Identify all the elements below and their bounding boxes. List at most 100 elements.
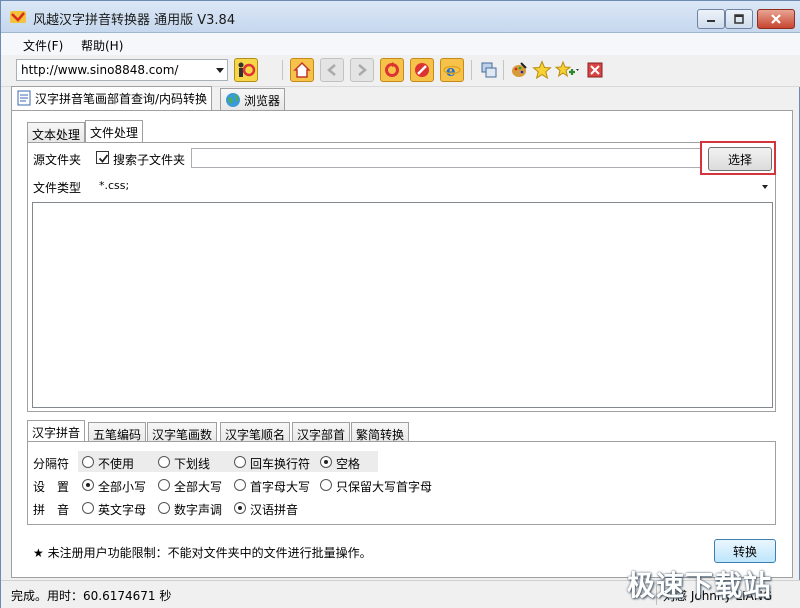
svg-text:e: e (446, 62, 456, 79)
menu-help[interactable]: 帮助(H) (81, 37, 123, 54)
tab-text-processing[interactable]: 文本处理 (27, 122, 86, 143)
radio-space[interactable] (320, 456, 332, 468)
doc-icon (16, 90, 32, 109)
radio-underscore[interactable] (158, 456, 170, 468)
url-text: http://www.sino8848.com/ (21, 63, 179, 77)
radio-none[interactable] (82, 456, 94, 468)
tab-label: 汉字笔画数 (152, 428, 213, 442)
maximize-icon (734, 14, 744, 24)
paint-button[interactable] (507, 58, 531, 82)
maximize-button[interactable] (725, 9, 753, 29)
forward-button[interactable] (350, 58, 374, 82)
toolbar-separator (503, 60, 504, 80)
back-button[interactable] (320, 58, 344, 82)
minimize-icon (707, 20, 715, 22)
close-button[interactable] (757, 9, 795, 29)
tab-browser[interactable]: 浏览器 (220, 88, 286, 111)
pinyin-label: 拼 音 (33, 503, 70, 517)
radio-initials[interactable] (320, 479, 332, 491)
tab-text-processing-label: 文本处理 (32, 128, 81, 142)
radio-initials-label: 只保留大写首字母 (336, 480, 433, 494)
tab-file-processing-label: 文件处理 (90, 126, 139, 140)
toolbar: http://www.sino8848.com/ e (1, 55, 800, 87)
star-icon (532, 60, 552, 80)
home-icon (293, 61, 311, 78)
radio-newline[interactable] (234, 456, 246, 468)
close-icon (587, 62, 603, 78)
file-type-combobox[interactable]: *.css; (95, 177, 772, 197)
convert-button[interactable]: 转换 (714, 539, 776, 563)
add-favorite-button[interactable] (554, 58, 582, 82)
checkmark-icon (98, 154, 109, 163)
menu-file[interactable]: 文件(F) (23, 37, 63, 54)
tab-label: 汉字笔顺名 (225, 428, 286, 442)
radio-none-label: 不使用 (98, 457, 135, 471)
search-subfolder-label: 搜索子文件夹 (113, 153, 186, 167)
radio-number-tone[interactable] (158, 502, 170, 514)
separator-label: 分隔符 (33, 457, 70, 471)
stop-button[interactable] (410, 58, 434, 82)
radio-capitalize[interactable] (234, 479, 246, 491)
tab-hanzi-pinyin[interactable]: 汉字拼音 (27, 420, 86, 443)
tab-stroke-order[interactable]: 汉字笔顺名 (220, 422, 291, 443)
window-title: 风越汉字拼音转换器 通用版 V3.84 (33, 13, 236, 28)
minimize-button[interactable] (697, 9, 725, 29)
dropdown-arrow-icon[interactable] (762, 185, 768, 189)
radio-number-tone-label: 数字声调 (174, 503, 223, 517)
radio-capitalize-label: 首字母大写 (250, 480, 311, 494)
add-favorite-icon (555, 60, 579, 78)
radio-letters-label: 英文字母 (98, 503, 147, 517)
radio-newline-label: 回车换行符 (250, 457, 311, 471)
window-button[interactable] (477, 58, 501, 82)
tab-stroke-count[interactable]: 汉字笔画数 (147, 422, 218, 443)
watermark: 极速下载站 (627, 569, 773, 602)
radio-all-lower[interactable] (82, 479, 94, 491)
tab-radical[interactable]: 汉字部首 (292, 422, 351, 443)
dropdown-arrow-icon[interactable] (216, 68, 224, 73)
tab-label: 五笔编码 (93, 428, 142, 442)
title-bar: 风越汉字拼音转换器 通用版 V3.84 (1, 1, 800, 33)
choose-button[interactable]: 选择 (708, 147, 772, 171)
file-type-label: 文件类型 (33, 181, 82, 195)
source-folder-input[interactable] (191, 148, 701, 168)
search-subfolder-checkbox[interactable] (96, 151, 109, 164)
status-text: 完成。用时：60.6174671 秒 (11, 589, 172, 603)
tab-wubi[interactable]: 五笔编码 (88, 422, 147, 443)
url-combobox[interactable]: http://www.sino8848.com/ (16, 59, 228, 81)
window-icon (481, 62, 497, 78)
tab-label: 汉字拼音 (32, 426, 81, 440)
close-x-icon (771, 14, 781, 24)
file-list-area[interactable] (32, 202, 773, 408)
radio-hanyu-pinyin[interactable] (234, 502, 246, 514)
radio-all-upper-label: 全部大写 (174, 480, 223, 494)
radio-letters[interactable] (82, 502, 94, 514)
back-arrow-icon (327, 64, 336, 76)
globe-icon (225, 92, 241, 111)
refresh-icon (385, 62, 399, 77)
refresh-button[interactable] (380, 58, 404, 82)
favorite-button[interactable] (530, 58, 554, 82)
home-button[interactable] (290, 58, 314, 82)
tab-file-processing[interactable]: 文件处理 (85, 120, 144, 143)
ie-button[interactable]: e (440, 58, 464, 82)
radio-underscore-label: 下划线 (174, 457, 211, 471)
toolbar-separator (282, 60, 283, 80)
tab-trad-simp[interactable]: 繁简转换 (351, 422, 410, 443)
tab-label: 繁简转换 (356, 428, 405, 442)
radio-all-upper[interactable] (158, 479, 170, 491)
man-refresh-button[interactable] (234, 58, 258, 82)
forward-arrow-icon (358, 64, 367, 76)
app-window: 风越汉字拼音转换器 通用版 V3.84 文件(F) 帮助(H) http://w… (0, 0, 800, 608)
stop-icon (415, 63, 429, 77)
unregistered-notice: ★ 未注册用户功能限制：不能对文件夹中的文件进行批量操作。 (33, 546, 372, 560)
source-folder-label: 源文件夹 (33, 153, 82, 167)
tab-pinyin-query[interactable]: 汉字拼音笔画部首查询/内码转换 (11, 86, 213, 111)
tab-browser-label: 浏览器 (244, 94, 281, 108)
tab-pinyin-query-label: 汉字拼音笔画部首查询/内码转换 (35, 92, 208, 106)
man-refresh-icon (238, 62, 256, 77)
radio-hanyu-pinyin-label: 汉语拼音 (250, 503, 299, 517)
tab-label: 汉字部首 (297, 428, 346, 442)
file-type-value: *.css; (99, 179, 130, 192)
close-page-button[interactable] (583, 58, 607, 82)
paint-palette-icon (512, 62, 527, 77)
